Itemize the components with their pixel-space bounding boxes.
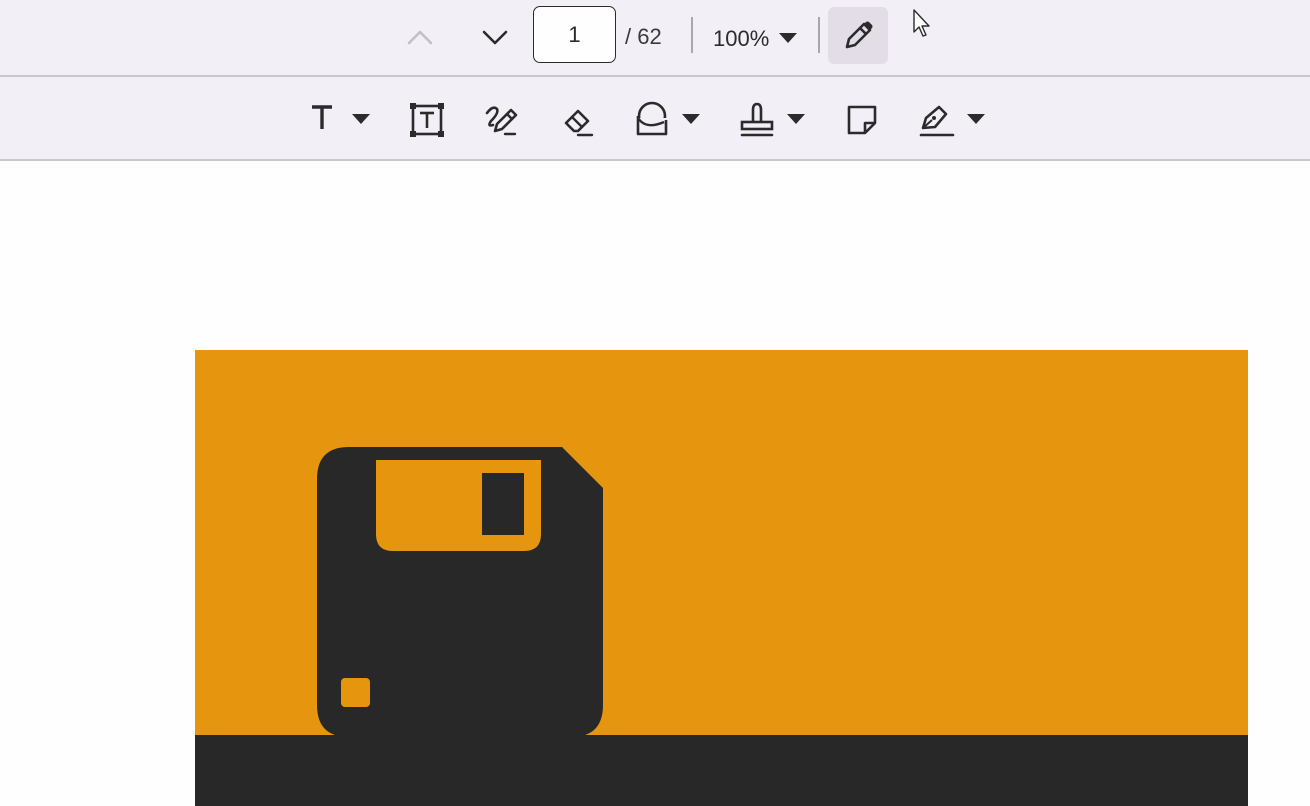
shapes-tool-button[interactable] (632, 99, 704, 139)
mouse-cursor-icon (913, 9, 930, 37)
signature-icon (919, 105, 955, 137)
signature-tool-button[interactable] (917, 99, 989, 139)
chevron-down-icon (482, 30, 508, 45)
total-pages-label: / 62 (625, 24, 662, 49)
sticky-note-tool-button[interactable] (843, 101, 881, 139)
page-number-input[interactable]: 1 (533, 6, 616, 63)
sticky-note-icon (847, 105, 877, 135)
eraser-icon (564, 109, 594, 137)
stamp-icon (740, 102, 774, 137)
edit-annotations-button[interactable] (828, 7, 888, 64)
draw-tool-button[interactable] (483, 101, 521, 139)
toolbar-divider (691, 17, 693, 53)
annotation-toolbar (0, 77, 1310, 161)
image-dark-band (195, 735, 1248, 806)
caret-down-icon (352, 114, 370, 124)
caret-down-icon (682, 114, 700, 124)
caret-down-icon (967, 114, 985, 124)
free-text-tool-button[interactable] (408, 101, 446, 139)
stamp-tool-button[interactable] (738, 99, 810, 139)
caret-down-icon (779, 33, 797, 43)
zoom-level-label: 100% (713, 26, 770, 51)
pencil-icon (845, 21, 873, 48)
current-page-value: 1 (568, 21, 581, 47)
eraser-tool-button[interactable] (558, 101, 596, 139)
shapes-icon (636, 101, 668, 136)
text-tool-button[interactable] (306, 99, 372, 139)
text-t-icon (312, 105, 332, 129)
caret-down-icon (787, 114, 805, 124)
toolbar-divider (818, 17, 820, 53)
floppy-disk-icon (317, 447, 603, 737)
navigation-toolbar: 1 / 62 100% (0, 0, 1310, 77)
chevron-up-icon (407, 30, 433, 45)
next-page-button[interactable] (480, 24, 510, 50)
draw-pen-icon (485, 106, 518, 136)
document-image (195, 350, 1248, 806)
zoom-dropdown[interactable]: 100% (705, 10, 805, 62)
previous-page-button[interactable] (405, 24, 435, 50)
text-box-icon (410, 103, 444, 137)
